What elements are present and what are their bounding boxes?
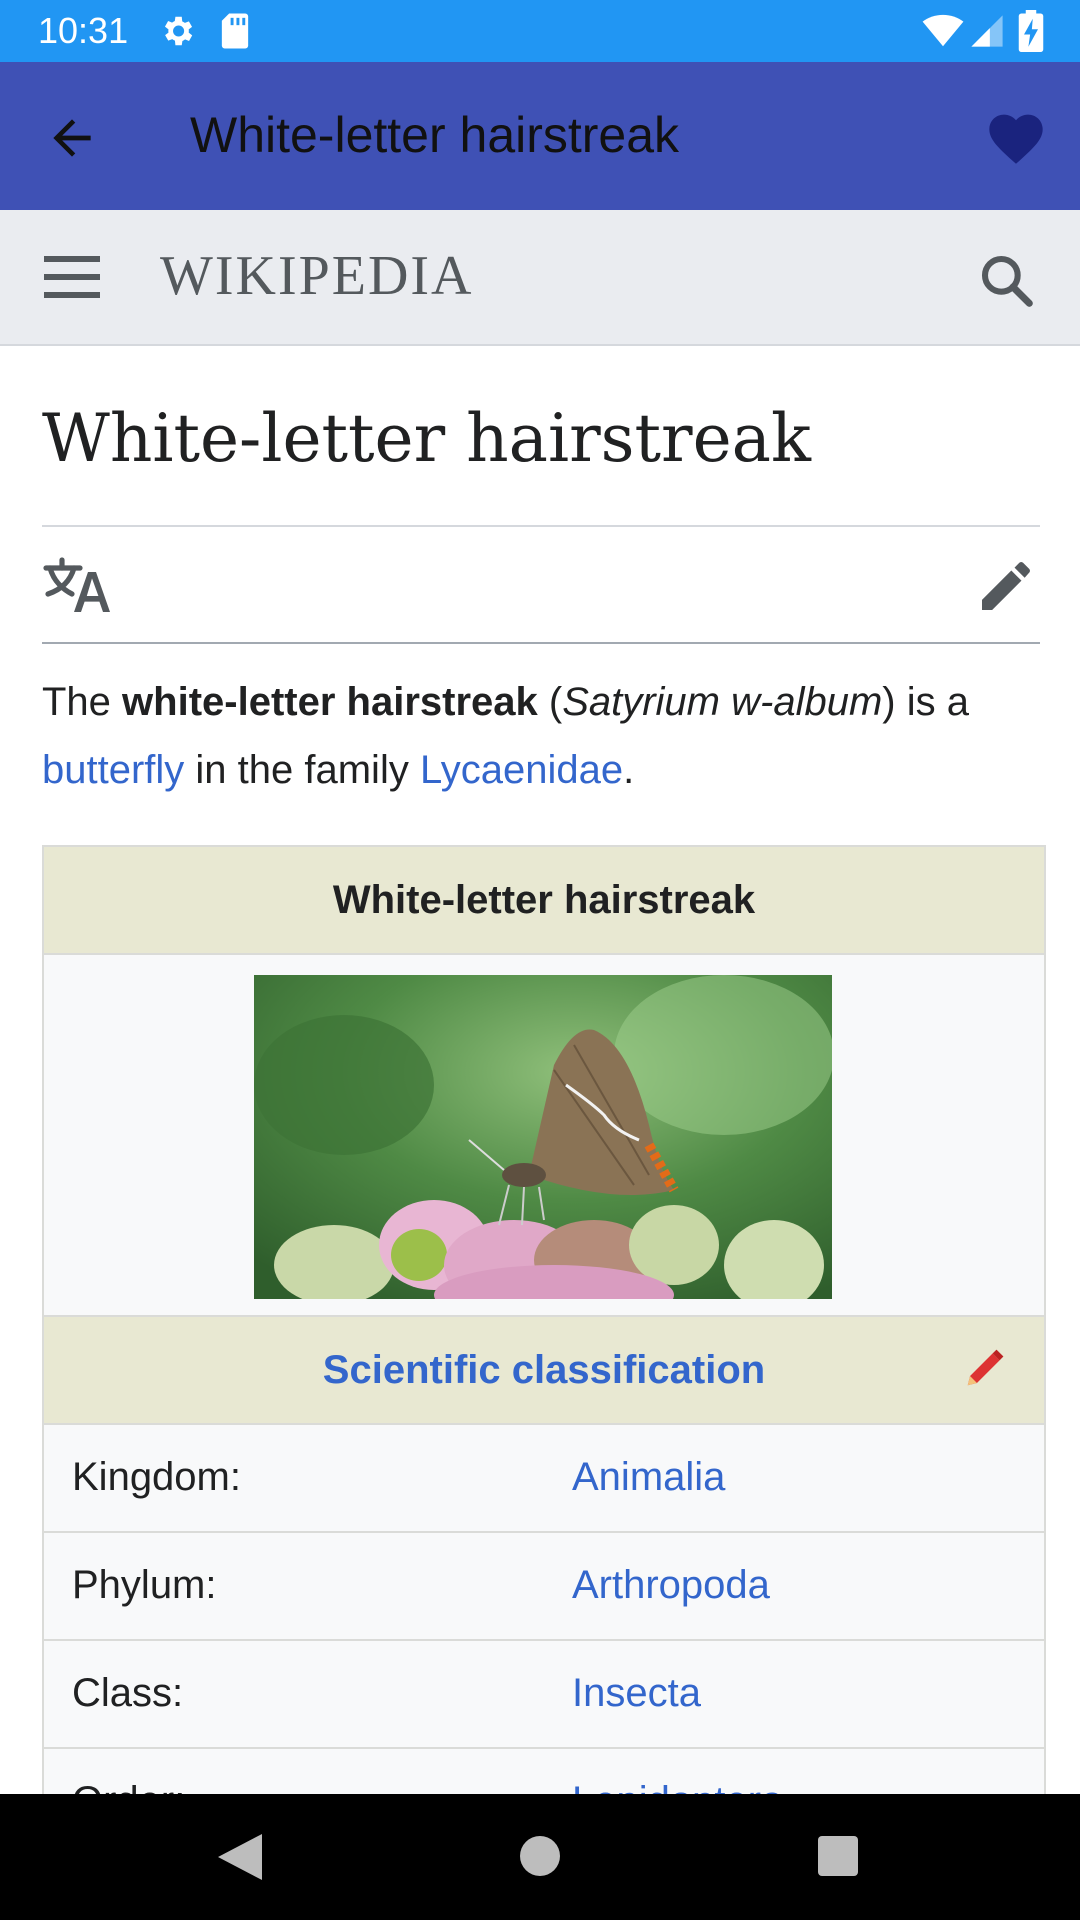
lead-bold-term: white-letter hairstreak bbox=[122, 680, 538, 724]
lead-text: ( bbox=[537, 680, 563, 724]
scientific-classification-header[interactable]: Scientific classification bbox=[44, 1317, 1044, 1425]
taxonomy-value-link[interactable]: Arthropoda bbox=[572, 1563, 770, 1608]
scientific-classification-link[interactable]: Scientific classification bbox=[323, 1348, 765, 1392]
taxonomy-rank: Phylum: bbox=[72, 1563, 217, 1607]
lead-text: . bbox=[623, 748, 635, 792]
translate-icon[interactable] bbox=[42, 556, 112, 614]
nav-recents-icon[interactable] bbox=[818, 1836, 858, 1876]
lycaenidae-link[interactable]: Lycaenidae bbox=[420, 748, 623, 792]
lead-paragraph: The white-letter hairstreak (Satyrium w-… bbox=[42, 668, 1042, 804]
taxonomy-rank: Kingdom: bbox=[72, 1455, 241, 1499]
lead-scientific-name: Satyrium w-album bbox=[562, 680, 883, 724]
arrow-back-icon[interactable] bbox=[44, 110, 100, 166]
menu-icon[interactable] bbox=[44, 254, 100, 300]
taxonomy-row: Phylum: Arthropoda bbox=[44, 1533, 1044, 1641]
gear-icon bbox=[164, 16, 193, 46]
search-icon[interactable] bbox=[978, 252, 1034, 308]
sd-card-icon bbox=[221, 13, 249, 49]
taxonomy-row: Kingdom: Animalia bbox=[44, 1425, 1044, 1533]
butterfly-photo[interactable] bbox=[254, 975, 832, 1299]
edit-pencil-icon[interactable] bbox=[974, 554, 1038, 618]
section-divider bbox=[42, 642, 1040, 644]
infobox: White-letter hairstreak Scientific class… bbox=[42, 845, 1046, 1849]
infobox-title: White-letter hairstreak bbox=[44, 847, 1044, 955]
lead-text: ) is a bbox=[882, 680, 969, 724]
edit-classification-icon[interactable] bbox=[962, 1345, 1008, 1391]
wikipedia-wordmark[interactable]: WIKIPEDIA bbox=[160, 244, 473, 308]
taxonomy-value-link[interactable]: Insecta bbox=[572, 1671, 701, 1716]
battery-charging-icon bbox=[1018, 10, 1044, 52]
status-time: 10:31 bbox=[38, 10, 129, 51]
heart-icon[interactable] bbox=[984, 106, 1048, 166]
wifi-icon bbox=[922, 14, 964, 47]
lead-text: The bbox=[42, 680, 123, 724]
signal-icon bbox=[971, 15, 1003, 47]
taxonomy-row: Class: Insecta bbox=[44, 1641, 1044, 1749]
title-divider bbox=[42, 525, 1040, 527]
status-bar: 10:31 bbox=[0, 0, 1080, 62]
system-nav-bar bbox=[0, 1794, 1080, 1920]
app-bar: White-letter hairstreak bbox=[0, 62, 1080, 210]
taxonomy-value-link[interactable]: Animalia bbox=[572, 1455, 725, 1500]
lead-text: in the family bbox=[184, 748, 420, 792]
app-bar-title: White-letter hairstreak bbox=[190, 107, 680, 163]
taxonomy-rank: Class: bbox=[72, 1671, 184, 1715]
nav-home-icon[interactable] bbox=[518, 1834, 562, 1878]
butterfly-link[interactable]: butterfly bbox=[42, 748, 184, 792]
nav-back-icon[interactable] bbox=[214, 1830, 266, 1884]
infobox-image-cell bbox=[44, 955, 1044, 1317]
article-title: White-letter hairstreak bbox=[42, 400, 811, 477]
wiki-header: WIKIPEDIA bbox=[0, 210, 1080, 346]
